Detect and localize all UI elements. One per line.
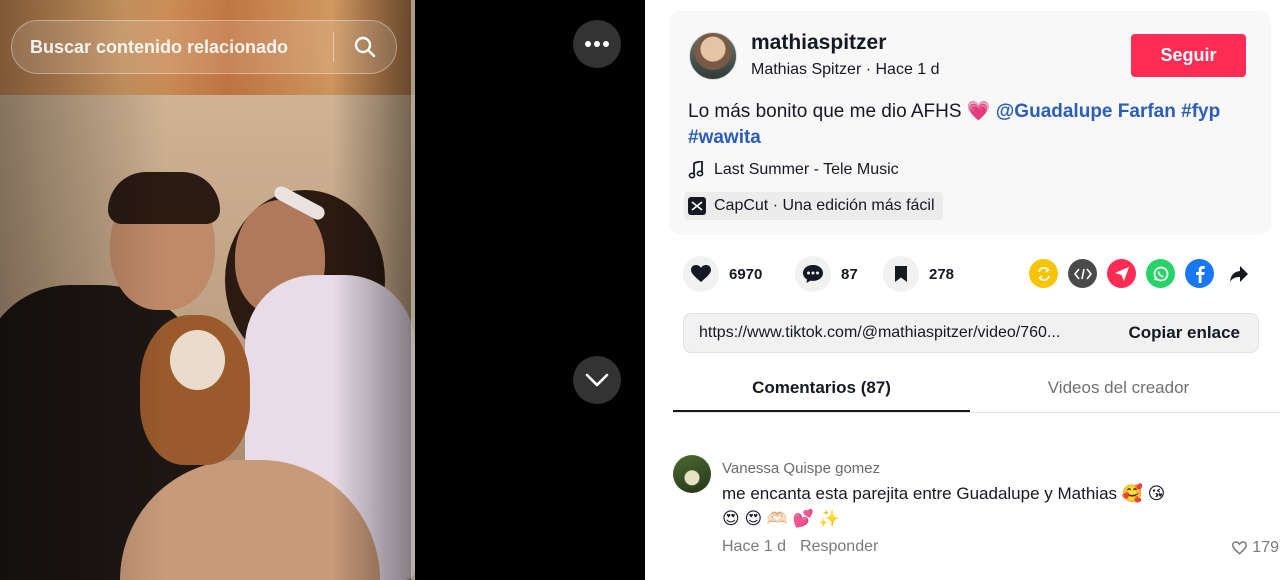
video-frame[interactable] <box>0 0 415 580</box>
comment-count: 87 <box>841 265 858 283</box>
share-row <box>1029 259 1253 288</box>
video-shade <box>0 0 415 580</box>
post-time: Hace 1 d <box>875 61 940 78</box>
tab-comments[interactable]: Comentarios (87) <box>673 365 970 412</box>
comment-text: me encanta esta parejita entre Guadalupe… <box>722 481 1232 531</box>
author-username[interactable]: mathiaspitzer <box>751 31 886 55</box>
repost-icon[interactable] <box>1029 259 1058 288</box>
post-caption: Lo más bonito que me dio AFHS 💗 @Guadalu… <box>688 99 1248 151</box>
author-avatar[interactable] <box>689 32 737 80</box>
share-arrow-icon[interactable] <box>1224 259 1253 288</box>
author-subline: Mathias Spitzer · Hace 1 d <box>751 61 940 78</box>
facebook-icon[interactable] <box>1185 259 1214 288</box>
music-note-icon <box>688 161 704 179</box>
comment-time: Hace 1 d <box>722 538 787 555</box>
commenter-avatar[interactable] <box>673 455 711 493</box>
comment-meta: Hace 1 d Responder <box>722 538 878 556</box>
save-button[interactable] <box>883 256 919 292</box>
heart-outline-icon <box>1232 541 1248 555</box>
video-link-text[interactable]: https://www.tiktok.com/@mathiaspitzer/vi… <box>684 324 1111 342</box>
comment-button[interactable] <box>795 256 831 292</box>
more-options-button[interactable] <box>573 20 621 68</box>
comment-icon <box>803 265 823 283</box>
embed-icon[interactable] <box>1068 259 1097 288</box>
comment-like-button[interactable]: 179 <box>1232 539 1279 557</box>
search-input[interactable]: Buscar contenido relacionado <box>12 37 333 58</box>
capcut-label[interactable]: CapCut · Una edición más fácil <box>714 197 935 215</box>
copy-link-button[interactable]: Copiar enlace <box>1111 323 1259 343</box>
save-count: 278 <box>929 265 955 283</box>
chevron-down-icon <box>585 373 609 387</box>
next-video-button[interactable] <box>573 356 621 404</box>
like-button[interactable] <box>683 256 719 292</box>
capcut-icon <box>688 197 706 215</box>
whatsapp-icon[interactable] <box>1146 259 1175 288</box>
music-link[interactable]: Last Summer - Tele Music <box>688 161 899 179</box>
tab-creator-videos[interactable]: Videos del creador <box>970 365 1267 412</box>
post-info-card: mathiaspitzer Mathias Spitzer · Hace 1 d… <box>669 11 1271 235</box>
comment-text-line-2: 😍 😍 🫶🏻 💕 ✨ <box>722 509 840 528</box>
hashtag-wawita[interactable]: #wawita <box>688 127 761 148</box>
app-root: Buscar contenido relacionado mathiaspitz… <box>0 0 1280 580</box>
video-edge <box>411 0 415 580</box>
related-search-box[interactable]: Buscar contenido relacionado <box>11 20 397 74</box>
comment-text-line-1: me encanta esta parejita entre Guadalupe… <box>722 484 1166 503</box>
comment-action[interactable]: 87 <box>795 256 858 292</box>
heart-icon <box>691 265 711 282</box>
more-horizontal-icon <box>585 41 609 47</box>
reply-button[interactable]: Responder <box>800 538 878 556</box>
author-display-name[interactable]: Mathias Spitzer <box>751 61 861 78</box>
link-box: https://www.tiktok.com/@mathiaspitzer/vi… <box>683 313 1259 353</box>
details-panel: mathiaspitzer Mathias Spitzer · Hace 1 d… <box>645 0 1280 580</box>
send-icon[interactable] <box>1107 259 1136 288</box>
mention-link[interactable]: @Guadalupe Farfan <box>996 101 1176 122</box>
save-action[interactable]: 278 <box>883 256 954 292</box>
follow-button[interactable]: Seguir <box>1131 34 1246 77</box>
tab-bar: Comentarios (87) Videos del creador <box>673 365 1280 413</box>
music-title[interactable]: Last Summer - Tele Music <box>714 161 899 179</box>
video-player[interactable]: Buscar contenido relacionado <box>0 0 645 580</box>
caption-heart-emoji: 💗 <box>966 101 991 122</box>
action-bar: 6970 87 278 <box>683 256 1253 292</box>
commenter-name[interactable]: Vanessa Quispe gomez <box>722 460 880 477</box>
caption-text: Lo más bonito que me dio AFHS <box>688 101 962 122</box>
comment-like-count: 179 <box>1252 539 1279 556</box>
search-icon <box>354 36 376 58</box>
like-count: 6970 <box>729 265 763 283</box>
capcut-anchor[interactable]: CapCut · Una edición más fácil <box>684 192 943 220</box>
bookmark-icon <box>895 266 907 282</box>
like-action[interactable]: 6970 <box>683 256 762 292</box>
hashtag-fyp[interactable]: #fyp <box>1181 101 1220 122</box>
search-button[interactable] <box>334 20 396 74</box>
